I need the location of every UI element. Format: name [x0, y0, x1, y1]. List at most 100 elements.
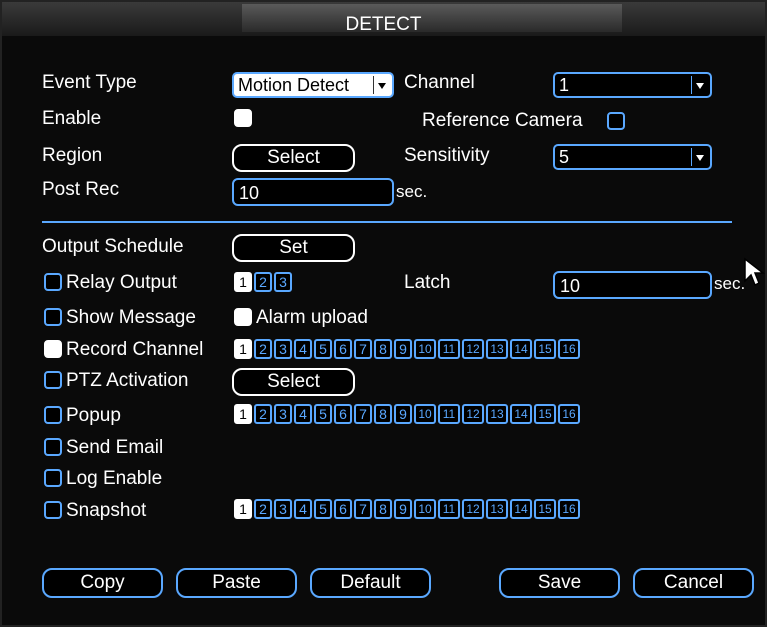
channel-dropdown[interactable]: 1 — [553, 72, 712, 98]
relay-channel-3[interactable]: 3 — [274, 272, 292, 292]
snapshot-channel-6[interactable]: 6 — [334, 499, 352, 519]
relay-output-checkbox[interactable] — [44, 273, 62, 291]
latch-unit: sec. — [714, 274, 746, 293]
snapshot-channel-13[interactable]: 13 — [486, 499, 508, 519]
region-label: Region — [42, 145, 103, 166]
record-channel-label: Record Channel — [66, 339, 204, 360]
record-channel-14[interactable]: 14 — [510, 339, 532, 359]
relay-channel-1[interactable]: 1 — [234, 272, 252, 292]
relay-output-label: Relay Output — [66, 272, 177, 293]
popup-label: Popup — [66, 405, 121, 426]
snapshot-channel-14[interactable]: 14 — [510, 499, 532, 519]
record-channel-checkbox[interactable] — [44, 340, 62, 358]
snapshot-channel-10[interactable]: 10 — [414, 499, 436, 519]
output-schedule-set-button[interactable]: Set — [232, 234, 355, 262]
channel-label: Channel — [404, 72, 475, 93]
latch-value: 10 — [560, 276, 581, 296]
default-button[interactable]: Default — [310, 568, 431, 598]
popup-channel-list: 1 2 3 4 5 6 7 8 9 10 11 12 13 14 15 16 — [234, 404, 580, 424]
record-channel-8[interactable]: 8 — [374, 339, 392, 359]
chevron-down-icon — [373, 76, 390, 94]
popup-channel-7[interactable]: 7 — [354, 404, 372, 424]
record-channel-6[interactable]: 6 — [334, 339, 352, 359]
popup-channel-2[interactable]: 2 — [254, 404, 272, 424]
record-channel-1[interactable]: 1 — [234, 339, 252, 359]
output-schedule-label: Output Schedule — [42, 236, 184, 257]
record-channel-10[interactable]: 10 — [414, 339, 436, 359]
popup-channel-12[interactable]: 12 — [462, 404, 484, 424]
relay-channel-list: 123 — [234, 272, 292, 292]
region-select-button[interactable]: Select — [232, 144, 355, 172]
snapshot-channel-15[interactable]: 15 — [534, 499, 556, 519]
show-message-checkbox[interactable] — [44, 308, 62, 326]
enable-checkbox[interactable] — [234, 109, 252, 127]
paste-button[interactable]: Paste — [176, 568, 297, 598]
chevron-down-icon — [691, 148, 708, 166]
record-channel-4[interactable]: 4 — [294, 339, 312, 359]
snapshot-channel-3[interactable]: 3 — [274, 499, 292, 519]
ptz-select-button[interactable]: Select — [232, 368, 355, 396]
popup-channel-15[interactable]: 15 — [534, 404, 556, 424]
mouse-cursor-icon — [744, 257, 765, 287]
snapshot-channel-11[interactable]: 11 — [438, 499, 460, 519]
latch-input[interactable]: 10 — [553, 271, 712, 299]
post-rec-label: Post Rec — [42, 179, 120, 200]
snapshot-checkbox[interactable] — [44, 501, 62, 519]
snapshot-channel-7[interactable]: 7 — [354, 499, 372, 519]
sensitivity-label: Sensitivity — [404, 145, 490, 166]
popup-channel-4[interactable]: 4 — [294, 404, 312, 424]
record-channel-15[interactable]: 15 — [534, 339, 556, 359]
channel-value: 1 — [559, 75, 570, 95]
popup-checkbox[interactable] — [44, 406, 62, 424]
show-message-label: Show Message — [66, 307, 196, 328]
log-enable-checkbox[interactable] — [44, 469, 62, 487]
record-channel-12[interactable]: 12 — [462, 339, 484, 359]
event-type-value: Motion Detect — [238, 75, 350, 95]
snapshot-label: Snapshot — [66, 500, 147, 521]
ptz-activation-checkbox[interactable] — [44, 371, 62, 389]
copy-button[interactable]: Copy — [42, 568, 163, 598]
reference-camera-checkbox[interactable] — [607, 112, 625, 130]
send-email-checkbox[interactable] — [44, 438, 62, 456]
popup-channel-3[interactable]: 3 — [274, 404, 292, 424]
snapshot-channel-5[interactable]: 5 — [314, 499, 332, 519]
popup-channel-1[interactable]: 1 — [234, 404, 252, 424]
record-channel-3[interactable]: 3 — [274, 339, 292, 359]
snapshot-channel-12[interactable]: 12 — [462, 499, 484, 519]
popup-channel-13[interactable]: 13 — [486, 404, 508, 424]
cancel-button[interactable]: Cancel — [633, 568, 754, 598]
popup-channel-16[interactable]: 16 — [558, 404, 580, 424]
relay-channel-2[interactable]: 2 — [254, 272, 272, 292]
snapshot-channel-8[interactable]: 8 — [374, 499, 392, 519]
record-channel-5[interactable]: 5 — [314, 339, 332, 359]
record-channel-13[interactable]: 13 — [486, 339, 508, 359]
popup-channel-8[interactable]: 8 — [374, 404, 392, 424]
save-button[interactable]: Save — [499, 568, 620, 598]
sensitivity-dropdown[interactable]: 5 — [553, 144, 712, 170]
send-email-label: Send Email — [66, 437, 164, 458]
event-type-label: Event Type — [42, 72, 137, 93]
popup-channel-10[interactable]: 10 — [414, 404, 436, 424]
chevron-down-icon — [691, 76, 708, 94]
popup-channel-5[interactable]: 5 — [314, 404, 332, 424]
alarm-upload-checkbox[interactable] — [234, 308, 252, 326]
popup-channel-6[interactable]: 6 — [334, 404, 352, 424]
record-channel-11[interactable]: 11 — [438, 339, 460, 359]
popup-channel-11[interactable]: 11 — [438, 404, 460, 424]
snapshot-channel-1[interactable]: 1 — [234, 499, 252, 519]
snapshot-channel-9[interactable]: 9 — [394, 499, 412, 519]
popup-channel-9[interactable]: 9 — [394, 404, 412, 424]
log-enable-label: Log Enable — [66, 468, 163, 489]
record-channel-7[interactable]: 7 — [354, 339, 372, 359]
record-channel-9[interactable]: 9 — [394, 339, 412, 359]
record-channel-2[interactable]: 2 — [254, 339, 272, 359]
popup-channel-14[interactable]: 14 — [510, 404, 532, 424]
snapshot-channel-2[interactable]: 2 — [254, 499, 272, 519]
snapshot-channel-4[interactable]: 4 — [294, 499, 312, 519]
post-rec-input[interactable]: 10 — [232, 178, 394, 206]
event-type-dropdown[interactable]: Motion Detect — [232, 72, 394, 98]
snapshot-channel-list: 1 2 3 4 5 6 7 8 9 10 11 12 13 14 15 16 — [234, 499, 580, 519]
snapshot-channel-16[interactable]: 16 — [558, 499, 580, 519]
record-channel-16[interactable]: 16 — [558, 339, 580, 359]
window-title: DETECT — [345, 14, 422, 35]
